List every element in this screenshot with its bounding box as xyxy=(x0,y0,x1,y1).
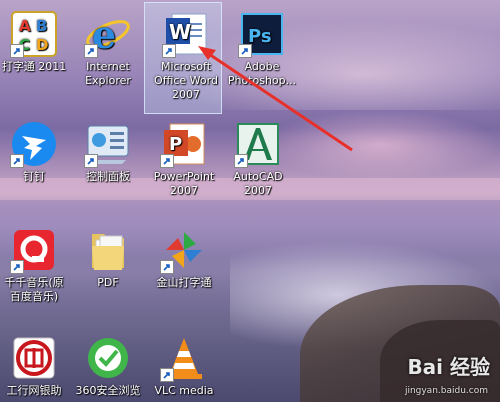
watermark-logo: Bai 经验 xyxy=(407,355,490,379)
annotation-arrow xyxy=(198,46,353,152)
desktop[interactable]: A B C D 打字通 2011 e Internet Explorer W M… xyxy=(0,0,500,402)
watermark-url: jingyan.baidu.com xyxy=(404,386,488,396)
